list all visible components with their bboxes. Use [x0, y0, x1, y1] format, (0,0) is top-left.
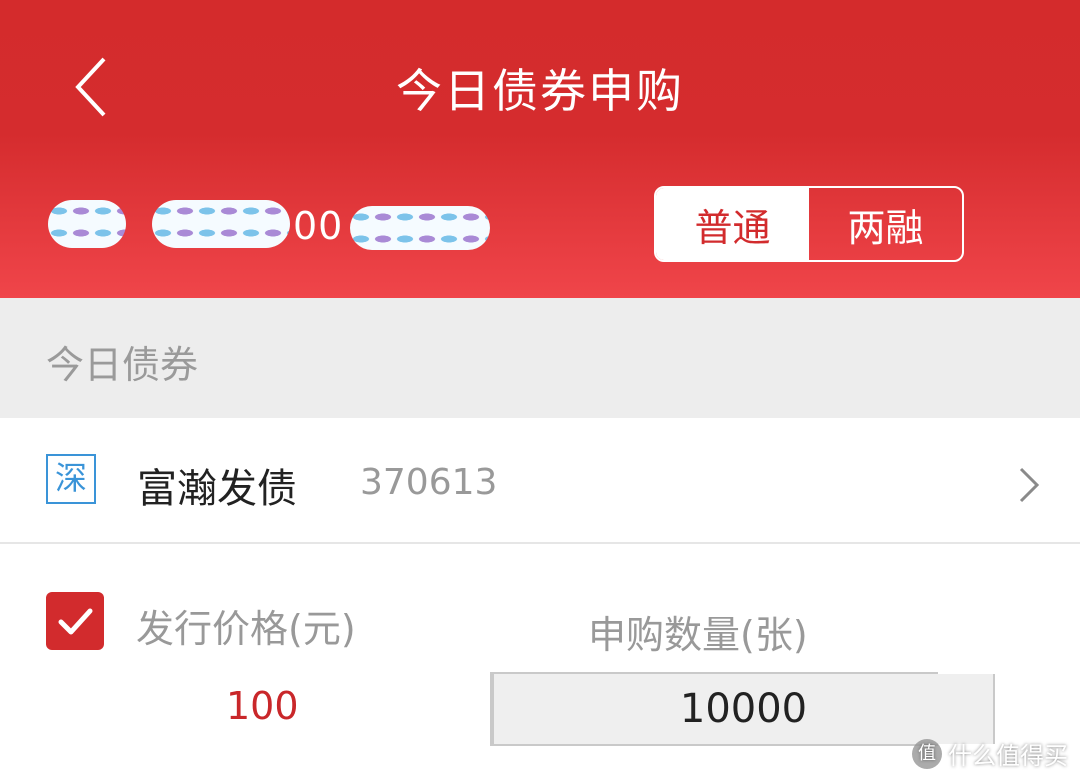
issue-price-label: 发行价格(元): [136, 607, 356, 651]
watermark-text: 什么值得买: [948, 742, 1068, 770]
tab-margin[interactable]: 两融: [809, 188, 962, 260]
redaction-mark: [350, 206, 490, 250]
bond-row[interactable]: 深 富瀚发债 370613: [0, 418, 1080, 544]
header: 今日债券申购 00 普通 两融: [0, 0, 1080, 298]
bond-name: 富瀚发债: [137, 466, 297, 512]
bond-code: 370613: [360, 462, 498, 503]
section-label: 今日债券: [46, 343, 199, 387]
account-number-visible: 00: [293, 204, 344, 248]
quantity-input[interactable]: [492, 674, 995, 744]
quantity-label: 申购数量(张): [588, 613, 808, 657]
watermark-logo: 值: [912, 738, 942, 769]
check-icon: [58, 608, 93, 635]
page-title: 今日债券申购: [396, 64, 684, 118]
price-checkbox[interactable]: [46, 592, 104, 650]
tab-normal[interactable]: 普通: [656, 188, 809, 260]
issue-price-value: 100: [226, 684, 299, 728]
watermark: 值 什么值得买: [912, 736, 1068, 771]
redaction-mark: [48, 200, 126, 248]
market-badge: 深: [46, 454, 96, 504]
account-type-toggle: 普通 两融: [654, 186, 964, 262]
redaction-mark: [152, 200, 290, 248]
chevron-right-icon: [1019, 467, 1040, 503]
section-header: 今日债券: [0, 298, 1080, 418]
quantity-stepper: [490, 672, 1055, 746]
account-number: 00: [48, 200, 508, 250]
